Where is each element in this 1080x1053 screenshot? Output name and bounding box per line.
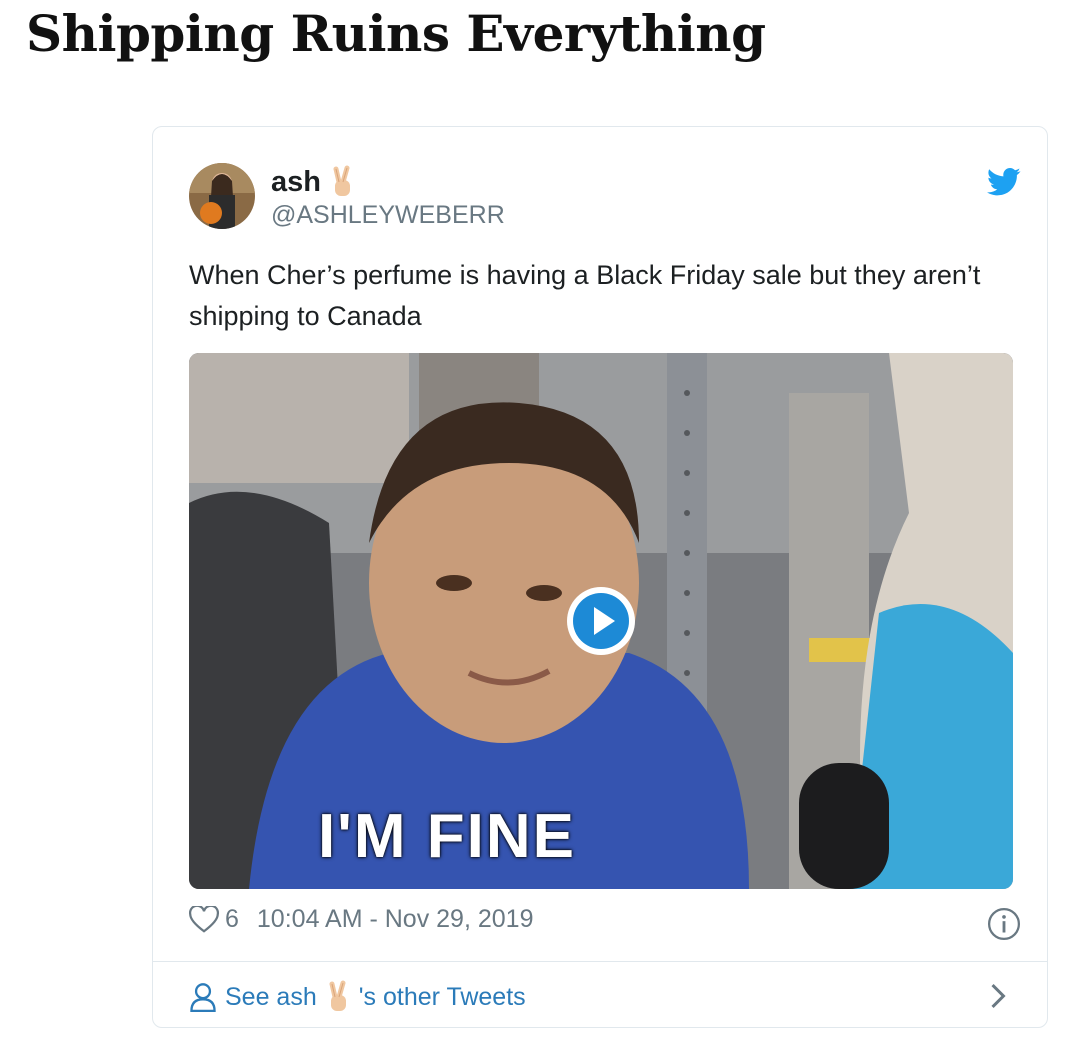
author-handle[interactable]: @ASHLEYWEBERR: [271, 201, 505, 230]
heart-icon[interactable]: [189, 905, 219, 934]
tweet-card: ash @ASHLEYWEBERR When Cher’s perfume is…: [152, 126, 1048, 1028]
twitter-bird-icon[interactable]: [987, 167, 1021, 197]
see-other-prefix: See ash: [225, 982, 317, 1011]
like-count[interactable]: 6: [225, 905, 239, 934]
info-icon[interactable]: [987, 907, 1021, 941]
gif-caption: I'M FINE: [317, 802, 577, 871]
author-name-row[interactable]: ash: [271, 165, 357, 199]
play-icon[interactable]: [565, 585, 637, 657]
person-icon: [190, 983, 216, 1012]
author-name[interactable]: ash: [271, 166, 321, 199]
tweet-meta: 6 10:04 AM - Nov 29, 2019: [189, 905, 533, 934]
tweet-media[interactable]: I'M FINE: [189, 353, 1013, 889]
avatar[interactable]: [189, 163, 255, 229]
chevron-right-icon[interactable]: [987, 981, 1009, 1011]
page-title: Shipping Ruins Everything: [26, 4, 766, 63]
victory-hand-emoji: [323, 980, 353, 1014]
divider: [153, 961, 1047, 962]
tweet-text: When Cher’s perfume is having a Black Fr…: [189, 260, 981, 331]
victory-hand-emoji: [327, 165, 357, 199]
tweet-timestamp[interactable]: 10:04 AM - Nov 29, 2019: [257, 905, 534, 934]
see-other-suffix: 's other Tweets: [358, 982, 526, 1011]
see-other-tweets-label[interactable]: See ash 's other Tweets: [225, 980, 526, 1014]
see-other-tweets-link[interactable]: See ash 's other Tweets: [189, 977, 1013, 1017]
